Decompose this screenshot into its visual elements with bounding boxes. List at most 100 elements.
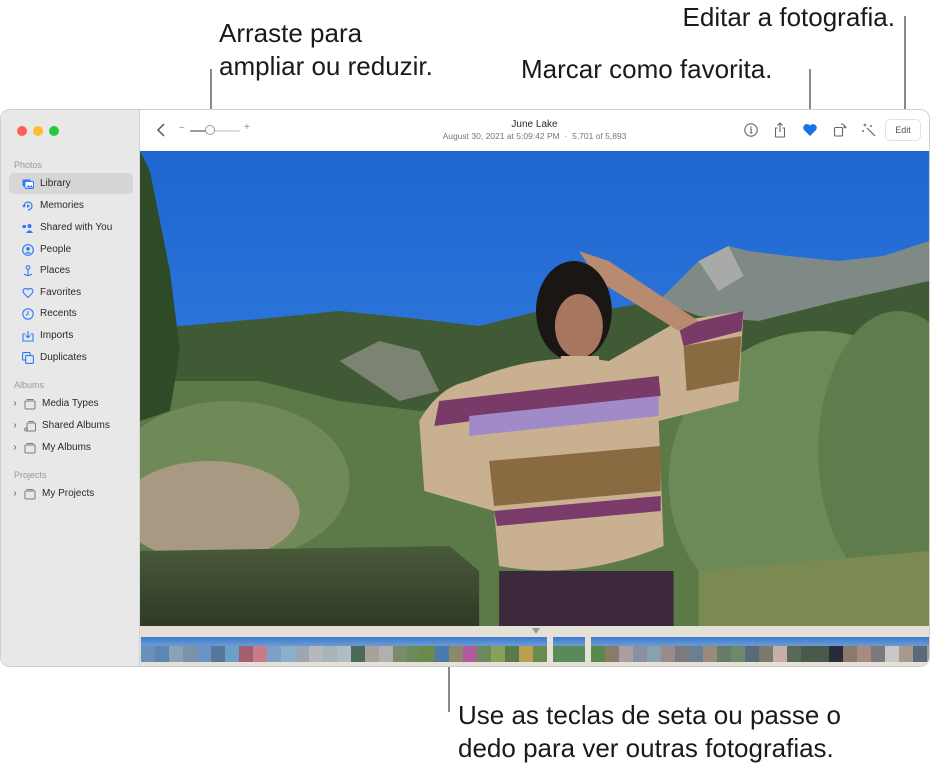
zoom-slider-knob[interactable] [205,125,215,135]
filmstrip-thumbnail[interactable] [463,637,477,662]
sidebar-item-favorites[interactable]: Favorites [9,282,133,303]
filmstrip-thumbnail[interactable] [605,637,619,662]
filmstrip-thumbnail[interactable] [773,637,787,662]
filmstrip-thumbnail[interactable] [449,637,463,662]
rotate-button[interactable] [832,122,848,138]
filmstrip-thumbnail[interactable] [393,637,407,662]
toolbar: − + June Lake August 30, 2021 at 5:09:42… [140,110,929,152]
filmstrip-thumbnail[interactable] [505,637,519,662]
filmstrip-thumbnail[interactable] [323,637,337,662]
sidebar-item-memories[interactable]: Memories [9,195,133,216]
filmstrip-thumbnail[interactable] [703,637,717,662]
info-button[interactable] [743,122,759,138]
sidebar-item-label: Memories [40,200,84,211]
sidebar-item-shared-with-you[interactable]: Shared with You [9,217,133,238]
back-button[interactable] [154,121,170,139]
filmstrip-thumbnail[interactable] [885,637,899,662]
fullscreen-button[interactable] [49,126,59,136]
photo-title: June Lake [511,119,558,130]
filmstrip-thumbnail[interactable] [421,637,435,662]
filmstrip-thumbnail[interactable] [787,637,801,662]
filmstrip-thumbnail[interactable] [169,637,183,662]
zoom-out-button[interactable]: − [179,123,185,134]
filmstrip-thumbnail[interactable] [337,637,351,662]
filmstrip-thumbnail[interactable] [309,637,323,662]
sidebar-item-imports[interactable]: Imports [9,325,133,346]
disclosure-chevron-icon[interactable]: › [11,442,19,453]
photo-date: August 30, 2021 at 5:09:42 PM [442,131,560,141]
filmstrip-thumbnail[interactable] [717,637,731,662]
filmstrip-thumbnail[interactable] [379,637,393,662]
filmstrip-thumbnail[interactable] [183,637,197,662]
sidebar-item-recents[interactable]: Recents [9,303,133,324]
filmstrip-thumbnail[interactable] [927,637,929,662]
filmstrip-thumbnail[interactable] [435,637,449,662]
minimize-button[interactable] [33,126,43,136]
sidebar-item-library[interactable]: Library [9,173,133,194]
filmstrip-thumbnail[interactable] [197,637,211,662]
disclosure-chevron-icon[interactable]: › [11,488,19,499]
filmstrip-thumbnail[interactable] [815,637,829,662]
filmstrip-thumbnail[interactable] [239,637,253,662]
filmstrip-thumbnail[interactable] [661,637,675,662]
filmstrip-thumbnail[interactable] [759,637,773,662]
filmstrip-thumbnail[interactable] [801,637,815,662]
share-button[interactable] [772,122,788,138]
filmstrip[interactable] [140,626,929,666]
filmstrip-thumbnail[interactable] [351,637,365,662]
filmstrip-thumbnail[interactable] [619,637,633,662]
filmstrip-thumbnail[interactable] [155,637,169,662]
disclosure-chevron-icon[interactable]: › [11,398,19,409]
filmstrip-thumbnail[interactable] [281,637,295,662]
filmstrip-thumbnail[interactable] [477,637,491,662]
sidebar-item-label: Recents [40,308,77,319]
filmstrip-thumbnail[interactable] [829,637,843,662]
filmstrip-thumbnail[interactable] [675,637,689,662]
favorite-button[interactable] [802,122,818,138]
sidebar-item-label: Imports [40,330,74,341]
filmstrip-thumbnail-selected[interactable] [553,637,585,662]
filmstrip-thumbnail[interactable] [533,637,547,662]
filmstrip-thumbnail[interactable] [519,637,533,662]
filmstrip-thumbnail[interactable] [365,637,379,662]
filmstrip-thumbnail[interactable] [857,637,871,662]
zoom-in-button[interactable]: + [244,122,250,133]
callout-browse-leader [448,664,450,712]
filmstrip-thumbnail[interactable] [591,637,605,662]
close-button[interactable] [17,126,27,136]
filmstrip-thumbnail[interactable] [745,637,759,662]
filmstrip-thumbnail[interactable] [647,637,661,662]
filmstrip-thumbnail[interactable] [731,637,745,662]
sidebar-item-my-albums[interactable]: › My Albums [9,437,133,458]
filmstrip-thumbnail[interactable] [295,637,309,662]
filmstrip-thumbnail[interactable] [491,637,505,662]
filmstrip-thumbnail[interactable] [267,637,281,662]
sidebar-item-shared-albums[interactable]: › Shared Albums [9,415,133,436]
edit-button[interactable]: Edit [885,119,921,141]
filmstrip-thumbnail[interactable] [141,637,155,662]
sidebar-item-places[interactable]: Places [9,260,133,281]
zoom-slider[interactable] [190,125,240,135]
rotate-icon [833,123,847,137]
disclosure-chevron-icon[interactable]: › [11,420,19,431]
filmstrip-thumbnail[interactable] [407,637,421,662]
filmstrip-thumbnail[interactable] [211,637,225,662]
filmstrip-thumbnail[interactable] [633,637,647,662]
filmstrip-thumbnail[interactable] [689,637,703,662]
filmstrip-thumbnail[interactable] [253,637,267,662]
shared-folder-icon [24,420,36,432]
sidebar-item-label: Media Types [42,398,99,409]
filmstrip-thumbnail[interactable] [225,637,239,662]
sidebar-item-my-projects[interactable]: › My Projects [9,483,133,504]
info-icon [744,123,758,137]
auto-enhance-button[interactable] [861,122,877,138]
heart-icon [803,124,817,136]
filmstrip-thumbnail[interactable] [913,637,927,662]
sidebar-item-people[interactable]: People [9,239,133,260]
filmstrip-thumbnail[interactable] [843,637,857,662]
filmstrip-thumbnail[interactable] [871,637,885,662]
photo-viewer[interactable] [140,151,929,626]
sidebar-item-media-types[interactable]: › Media Types [9,393,133,414]
sidebar-item-duplicates[interactable]: Duplicates [9,347,133,368]
filmstrip-thumbnail[interactable] [899,637,913,662]
